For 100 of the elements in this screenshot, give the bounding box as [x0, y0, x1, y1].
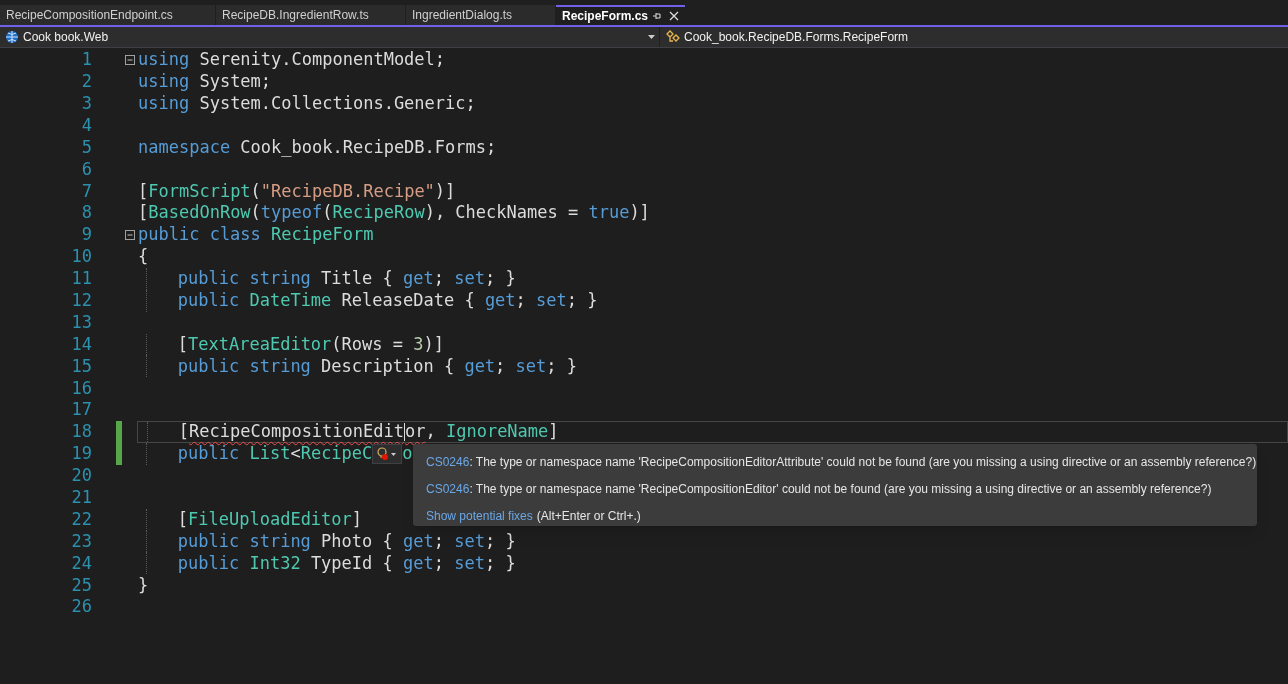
code-text: System; — [199, 70, 272, 94]
pin-icon[interactable] — [652, 11, 662, 21]
code-text: [ — [178, 420, 190, 444]
editor-tab[interactable]: IngredientDialog.ts — [406, 5, 555, 25]
code-text: )] — [629, 201, 650, 225]
code-keyword: true — [588, 201, 630, 225]
shortcut-hint: (Alt+Enter or Ctrl+.) — [536, 509, 641, 523]
line-number: 24 — [70, 551, 92, 575]
code-text: ; } — [484, 529, 516, 553]
line-number: 26 — [70, 595, 92, 619]
code-text: or — [405, 420, 426, 444]
code-keyword: set — [454, 529, 485, 553]
line-number: 8 — [80, 201, 92, 225]
code-text: ( — [322, 201, 333, 225]
code-text: ] — [548, 420, 559, 444]
code-text: Photo { — [321, 529, 394, 553]
line-number: 10 — [70, 245, 92, 269]
code-keyword: set — [454, 267, 485, 291]
code-keyword: get — [464, 354, 496, 378]
code-text: Cook_book.RecipeDB.Forms; — [240, 135, 497, 159]
code-keyword: typeof — [260, 201, 323, 225]
collapse-icon[interactable] — [124, 230, 135, 241]
code-identifier: RecipeRow — [332, 201, 425, 225]
line-number: 3 — [80, 92, 92, 115]
error-message: : The type or namespace name 'RecipeCompositionEditor' could not be found (are you missing a using directive or an assembly reference?) — [469, 482, 1212, 496]
editor-tab[interactable]: RecipeForm.cs — [556, 5, 685, 25]
code-keyword: using — [138, 48, 191, 72]
code-keyword: public string — [177, 267, 312, 291]
code-keyword: public string — [177, 529, 312, 553]
code-identifier: BasedOnRow — [148, 201, 251, 225]
code-identifier: DateTime — [249, 289, 332, 312]
line-number: 20 — [70, 464, 92, 488]
code-text: ; } — [484, 551, 516, 575]
member-dropdown[interactable]: Cook_book.RecipeDB.Forms.RecipeForm — [660, 27, 1288, 47]
code-keyword: public — [177, 442, 241, 466]
code-keyword: get — [403, 267, 434, 291]
code-text: ; — [495, 354, 507, 378]
code-identifier: RecipeForm — [271, 223, 374, 247]
member-name: Cook_book.RecipeDB.Forms.RecipeForm — [684, 29, 909, 46]
line-number: 5 — [80, 135, 92, 159]
code-identifier: RecipeC — [300, 442, 373, 466]
code-text: ), CheckNames = — [424, 201, 580, 225]
code-text: RecipeCompositionEdit — [189, 420, 404, 444]
collapse-icon[interactable] — [124, 54, 135, 65]
editor-tab[interactable]: RecipeDB.IngredientRow.ts — [216, 5, 405, 25]
show-fixes-link[interactable]: Show potential fixes — [426, 509, 533, 523]
project-name: Cook book.Web — [23, 29, 109, 46]
code-text: System.Collections.Generic; — [199, 92, 476, 115]
code-text: ; } — [484, 267, 516, 291]
code-text: ; } — [546, 354, 578, 378]
code-keyword: public class — [138, 223, 262, 247]
line-number: 9 — [80, 223, 92, 247]
line-number: 7 — [80, 179, 92, 203]
code-identifier: IgnoreName — [445, 420, 549, 444]
editor-tab[interactable]: RecipeCompositionEndpoint.cs — [0, 5, 215, 25]
line-number: 11 — [70, 267, 92, 291]
code-text: ] — [351, 507, 363, 531]
line-number: 12 — [70, 289, 92, 312]
line-number: 19 — [70, 442, 92, 466]
code-text: [ — [138, 179, 149, 203]
code-text: ; — [433, 529, 445, 553]
line-number: 6 — [80, 157, 92, 181]
code-text: Description { — [321, 354, 456, 378]
code-identifier: o — [402, 442, 413, 466]
project-dropdown[interactable]: Cook book.Web — [0, 27, 660, 47]
code-keyword: get — [403, 551, 434, 575]
close-icon[interactable] — [669, 11, 679, 21]
line-number: 14 — [70, 332, 92, 356]
code-text: TypeId { — [309, 551, 394, 575]
line-number: 18 — [70, 420, 92, 444]
code-keyword: public — [177, 289, 241, 312]
code-text: ReleaseDate { — [340, 289, 476, 312]
code-keyword: namespace — [138, 135, 232, 159]
line-number: 23 — [70, 529, 92, 553]
code-text: ; — [433, 551, 445, 575]
code-keyword: using — [138, 92, 191, 115]
code-text: ; — [433, 267, 445, 291]
code-keyword: public string — [177, 354, 312, 378]
code-identifier: List — [249, 442, 291, 466]
code-text: ( — [250, 201, 261, 225]
line-number: 2 — [80, 70, 92, 94]
code-text: )] — [423, 332, 444, 356]
code-text: )] — [434, 179, 456, 203]
code-text: < — [290, 442, 301, 466]
quick-actions-button[interactable] — [372, 443, 403, 464]
code-text: } — [138, 573, 149, 597]
globe-icon — [5, 30, 19, 44]
line-number: 25 — [70, 573, 92, 597]
code-identifier: FileUploadEditor — [188, 507, 352, 531]
code-text: ; — [515, 289, 527, 312]
line-number: 16 — [70, 376, 92, 400]
code-keyword: get — [484, 289, 516, 312]
code-keyword: using — [138, 70, 191, 94]
code-text: { — [138, 245, 149, 269]
code-keyword: get — [403, 529, 434, 553]
code-identifier: 3 — [413, 332, 424, 356]
line-number: 1 — [80, 48, 92, 72]
line-number: 4 — [80, 113, 92, 137]
class-icon — [665, 30, 681, 44]
code-text: ; } — [566, 289, 598, 312]
